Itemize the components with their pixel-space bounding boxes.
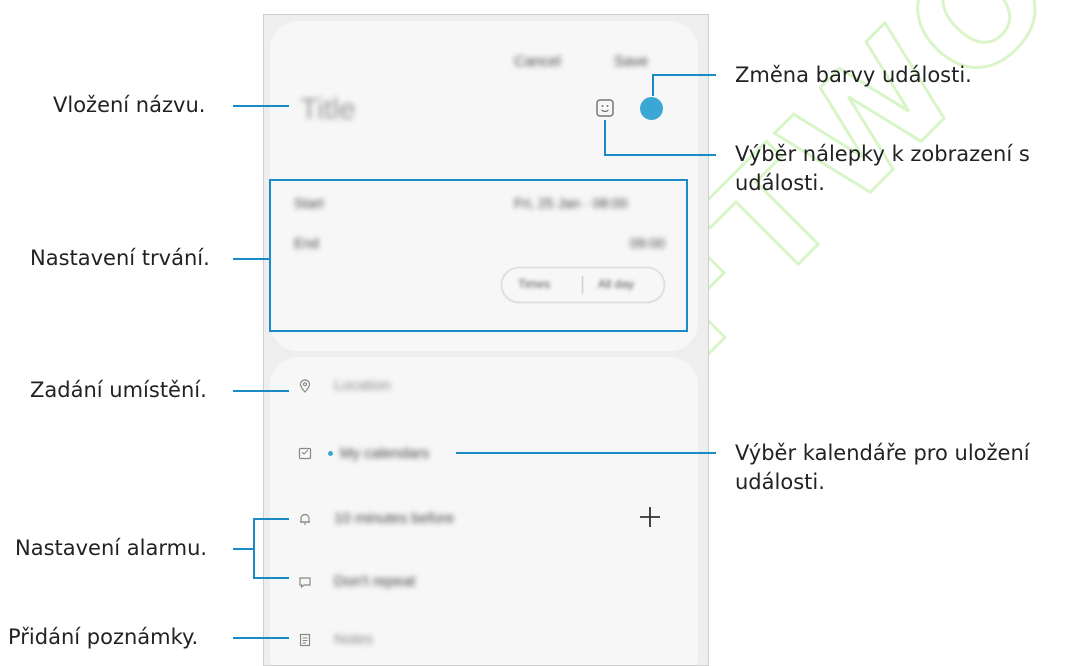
plus-icon[interactable] (638, 505, 662, 529)
repeat-icon (299, 577, 311, 589)
annotation-location: Zadání umístění. (30, 378, 207, 402)
callout-line-notes (233, 637, 289, 639)
callout-line-alarm (233, 548, 253, 550)
sticker-icon[interactable] (595, 98, 615, 118)
annotation-sticker-line1: Výběr nálepky k zobrazení s (735, 142, 1030, 166)
alarm-selector[interactable]: 10 minutes before (334, 510, 454, 527)
notes-icon (299, 633, 311, 647)
callout-line-duration (233, 258, 269, 260)
callout-line-title (233, 105, 289, 107)
annotation-notes: Přidání poznámky. (8, 625, 199, 649)
calendar-selector[interactable]: My calendars (340, 445, 429, 462)
callout-line-sticker-drop (604, 120, 606, 155)
annotation-calendar-line2: události. (735, 470, 825, 494)
annotation-color: Změna barvy události. (735, 63, 972, 87)
callout-line-color-drop (652, 74, 654, 96)
annotation-duration: Nastavení trvání. (30, 246, 210, 270)
callout-line-location (233, 390, 289, 392)
calendar-icon (298, 447, 312, 460)
annotation-calendar-line1: Výběr kalendáře pro uložení (735, 441, 1030, 465)
cancel-button[interactable]: Cancel (514, 53, 561, 70)
callout-bracket-top (253, 518, 289, 520)
callout-bracket-alarm (253, 518, 255, 578)
bell-icon (300, 513, 310, 525)
callout-bracket-bottom (253, 577, 289, 579)
calendar-color-dot (328, 451, 333, 456)
repeat-selector[interactable]: Don't repeat (334, 573, 415, 590)
title-input[interactable]: Title (300, 93, 356, 127)
duration-highlight (269, 179, 688, 332)
location-input[interactable]: Location (334, 377, 391, 394)
notes-input[interactable]: Notes (334, 631, 373, 648)
location-pin-icon (299, 379, 311, 393)
callout-line-calendar (456, 452, 716, 454)
annotation-title: Vložení názvu. (53, 93, 206, 117)
callout-line-sticker (604, 154, 716, 156)
save-button[interactable]: Save (614, 53, 648, 70)
annotation-sticker-line2: události. (735, 171, 825, 195)
callout-line-color (652, 74, 716, 76)
phone-screen: Cancel Save Title Start Fri, 25 Jan · 08… (263, 14, 709, 666)
annotation-alarm: Nastavení alarmu. (15, 536, 208, 560)
event-color-button[interactable] (640, 97, 663, 120)
